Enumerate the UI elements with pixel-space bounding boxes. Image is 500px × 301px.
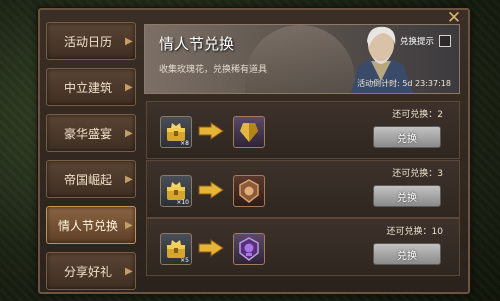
exchange-row: ×8 还可兑换：2 兑换 <box>146 101 460 159</box>
banner-arch-art <box>245 25 355 93</box>
exchange-button[interactable]: 兑换 <box>373 185 441 207</box>
bronze-emblem-icon <box>239 179 259 203</box>
event-banner: 情人节兑换 收集玫瑰花，兑换稀有道具 兑换提示 活动倒计时: 5d 23:37:… <box>144 24 460 94</box>
purple-emblem-icon <box>239 237 259 261</box>
sidebar-item-share-gifts[interactable]: 分享好礼 ▶ <box>46 252 136 290</box>
gold-shield-icon <box>240 123 258 142</box>
chevron-right-icon: ▶ <box>125 35 133 47</box>
exchange-row: ×5 还可兑换：10 兑换 <box>146 218 460 276</box>
exchange-hint-checkbox[interactable] <box>439 35 451 47</box>
chevron-right-icon: ▶ <box>125 127 133 139</box>
event-countdown: 活动倒计时: 5d 23:37:18 <box>357 79 451 88</box>
event-subtitle: 收集玫瑰花，兑换稀有道具 <box>159 65 268 75</box>
rose-chest-slot[interactable]: ×10 <box>160 175 192 207</box>
sidebar-item-neutral-buildings[interactable]: 中立建筑 ▶ <box>46 68 136 106</box>
rose-chest-slot[interactable]: ×8 <box>160 116 192 148</box>
chevron-right-icon: ▶ <box>125 219 133 231</box>
sidebar-item-feast[interactable]: 豪华盛宴 ▶ <box>46 114 136 152</box>
toggle-label: 兑换提示 <box>399 37 434 47</box>
chevron-right-icon: ▶ <box>125 81 133 93</box>
exchange-arrow-icon <box>198 122 224 140</box>
exchange-row: ×10 还可兑换：3 兑换 <box>146 160 460 218</box>
reward-slot[interactable] <box>233 233 265 265</box>
sidebar-item-label: 活动日历 <box>63 34 112 49</box>
rose-chest-slot[interactable]: ×5 <box>160 233 192 265</box>
item-quantity: ×10 <box>176 199 189 206</box>
sidebar-item-label: 帝国崛起 <box>63 172 112 187</box>
sidebar-item-label: 分享好礼 <box>63 264 112 279</box>
remaining-count: 还可兑换：10 <box>386 227 443 237</box>
sidebar-item-calendar[interactable]: 活动日历 ▶ <box>46 22 136 60</box>
exchange-arrow-icon <box>198 181 224 199</box>
exchange-arrow-icon <box>198 239 224 257</box>
item-quantity: ×8 <box>180 140 189 147</box>
sidebar-item-label: 中立建筑 <box>63 80 112 95</box>
reward-slot[interactable] <box>233 175 265 207</box>
sidebar-item-label: 豪华盛宴 <box>63 126 112 141</box>
chevron-right-icon: ▶ <box>125 173 133 185</box>
sidebar-item-label: 情人节兑换 <box>57 218 118 233</box>
sidebar-item-empire-rise[interactable]: 帝国崛起 ▶ <box>46 160 136 198</box>
reward-slot[interactable] <box>233 116 265 148</box>
item-quantity: ×5 <box>180 257 189 264</box>
exchange-hint-toggle[interactable]: 兑换提示 <box>400 35 451 47</box>
exchange-button[interactable]: 兑换 <box>373 126 441 148</box>
remaining-count: 还可兑换：2 <box>392 110 443 120</box>
sidebar-item-valentine-exchange[interactable]: 情人节兑换 ▶ <box>46 206 136 244</box>
page-title: 情人节兑换 <box>159 35 235 53</box>
chevron-right-icon: ▶ <box>125 265 133 277</box>
remaining-count: 还可兑换：3 <box>392 169 443 179</box>
exchange-button[interactable]: 兑换 <box>373 243 441 265</box>
